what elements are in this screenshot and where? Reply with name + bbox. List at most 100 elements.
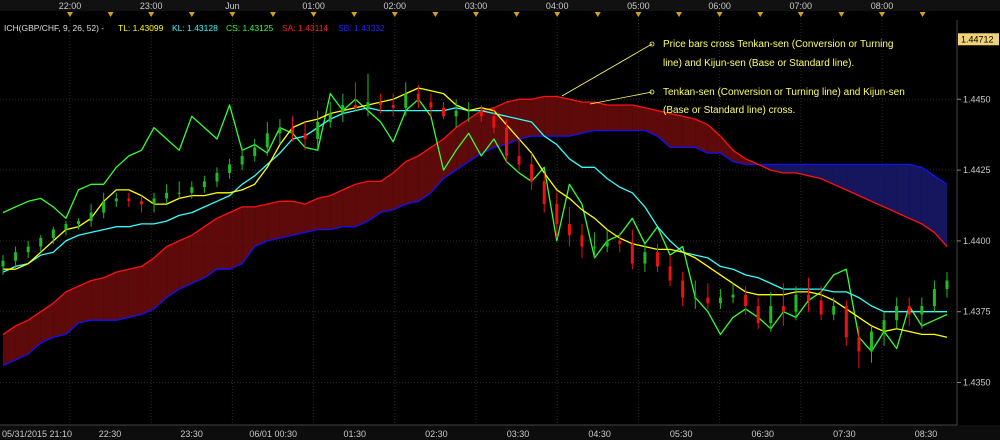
cloud-segment	[909, 164, 922, 224]
candle-body	[89, 212, 93, 222]
legend: ICH(GBP/CHF, 9, 26, 52) - TL: 1.43099 KL…	[4, 23, 385, 33]
cloud-segment	[670, 113, 683, 148]
cloud-segment	[556, 96, 570, 137]
candle-body	[479, 110, 483, 117]
top-axis-label: 05:00	[627, 1, 650, 11]
candle-body	[64, 223, 68, 230]
candle-body	[467, 110, 471, 112]
top-axis-label: 04:00	[546, 1, 569, 11]
candle-body	[454, 110, 458, 117]
bottom-axis-label: 22:30	[99, 429, 122, 439]
candle-body	[593, 246, 597, 248]
candle-body	[920, 306, 924, 315]
cloud-segment	[179, 235, 192, 290]
cloud-segment	[544, 96, 557, 137]
cloud-segment	[921, 167, 935, 233]
cloud-segment	[493, 102, 507, 148]
candle-body	[869, 331, 873, 352]
top-axis-label: 02:00	[384, 1, 407, 11]
cloud-segment	[267, 201, 280, 241]
candle-body	[819, 300, 823, 315]
candle-body	[530, 164, 534, 182]
cloud-segment	[405, 155, 419, 205]
candle-body	[542, 181, 546, 205]
cloud-segment	[884, 164, 897, 213]
cloud-segment	[91, 277, 104, 321]
cloud-segment	[317, 195, 331, 230]
cloud-segment	[229, 206, 243, 270]
candle-body	[391, 104, 395, 108]
candle-body	[51, 229, 55, 239]
top-axis-label: 01:00	[302, 1, 325, 11]
candle-body	[945, 280, 949, 290]
candle-body	[857, 337, 861, 352]
cloud-segment	[783, 164, 796, 173]
candle-body	[605, 240, 609, 247]
candle-body	[240, 155, 244, 165]
cloud-segment	[506, 99, 520, 145]
candle-body	[656, 252, 660, 267]
top-axis-label: Jun	[225, 1, 240, 11]
candle-body	[1, 260, 5, 267]
cloud-segment	[128, 266, 142, 318]
cloud-segment	[682, 116, 696, 148]
bottom-axis-label: 23:30	[180, 429, 203, 439]
cloud-segment	[254, 204, 268, 247]
cloud-segment	[279, 201, 293, 239]
cloud-segment	[594, 102, 608, 131]
candle-body	[668, 266, 672, 281]
candle-body	[416, 93, 420, 103]
legend-kl: KL: 1.43128	[172, 23, 218, 33]
cloud-segment	[15, 320, 29, 360]
candle-body	[102, 201, 106, 213]
candle-body	[442, 107, 446, 117]
ichimoku-chart[interactable]: 22:00 23:00 Jun 01:00 02:00 03:00 04:00 05:00 06…	[0, 0, 1000, 440]
candle-body	[643, 252, 647, 264]
price-tick-label: 1.4350	[963, 378, 991, 388]
candle-body	[756, 306, 760, 324]
cloud-segment	[355, 181, 369, 227]
candle-body	[932, 289, 936, 307]
top-axis-label: 06:00	[708, 1, 731, 11]
last-price-label: 1.44712	[961, 34, 994, 44]
candle-body	[353, 104, 357, 108]
candle-body	[39, 238, 43, 247]
annotation-1-line-1: Price bars cross Tenkan-sen (Conversion …	[663, 39, 893, 50]
cloud-segment	[531, 96, 545, 137]
candle-body	[895, 306, 899, 321]
candle-body	[290, 127, 294, 134]
cloud-segment	[569, 99, 582, 137]
bottom-axis-label: 08:30	[915, 429, 938, 439]
top-axis-label: 03:00	[465, 1, 488, 11]
candle-body	[781, 306, 785, 312]
candle-body	[328, 113, 332, 122]
price-tick-label: 1.4375	[963, 307, 991, 317]
candle-body	[504, 127, 508, 156]
candle-body	[215, 172, 219, 182]
candle-body	[253, 147, 257, 156]
candle-body	[618, 240, 622, 244]
candle-body	[706, 297, 710, 304]
candle-body	[580, 235, 584, 247]
bottom-axis-label: 05/31/2015 21:10	[2, 429, 72, 439]
candle-body	[127, 198, 131, 202]
candle-body	[630, 243, 634, 264]
candle-body	[228, 164, 232, 173]
bottom-axis-label: 06/01 00:30	[249, 429, 297, 439]
candle-body	[316, 121, 320, 139]
candle-body	[177, 192, 181, 194]
annotation-2-line-1: Tenkan-sen (Conversion or Turning line) …	[663, 87, 905, 98]
candle-body	[379, 102, 383, 105]
candle-body	[681, 280, 685, 298]
candle-body	[744, 294, 748, 307]
candle-body	[907, 306, 911, 315]
cloud-segment	[858, 164, 872, 202]
top-axis-label: 22:00	[59, 1, 82, 11]
candle-body	[882, 320, 886, 332]
candle-body	[769, 306, 773, 324]
cloud-segment	[607, 104, 620, 131]
cloud-segment	[78, 280, 92, 324]
candle-body	[114, 198, 118, 202]
candle-body	[303, 133, 307, 139]
price-tick-label: 1.4400	[963, 236, 991, 246]
